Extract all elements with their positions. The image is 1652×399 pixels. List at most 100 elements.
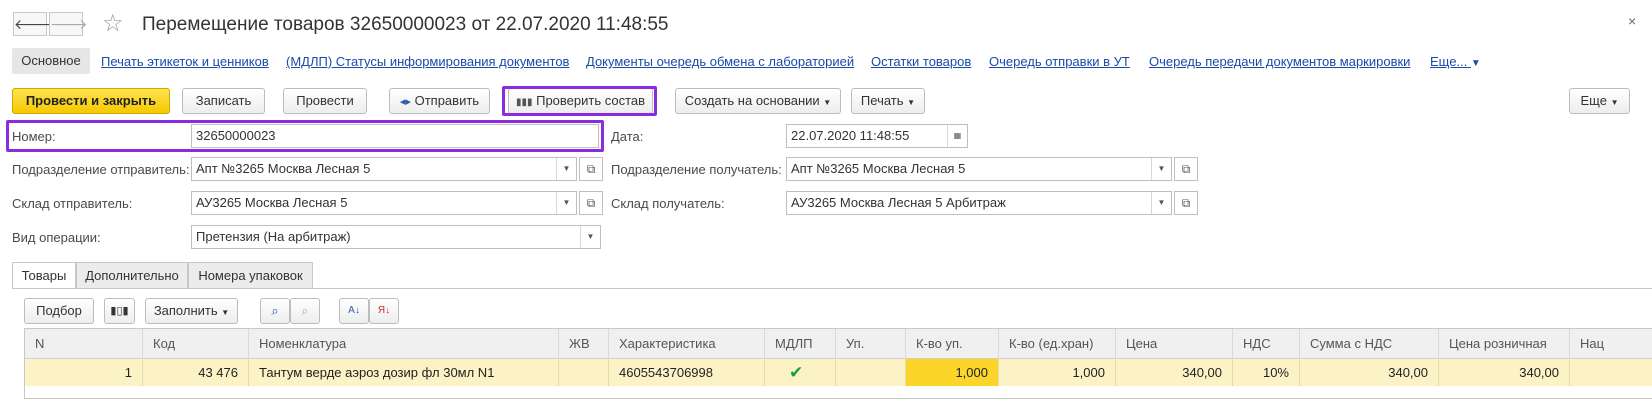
wh-receiver-select[interactable]: АУ3265 Москва Лесная 5 Арбитраж ▼ [786,191,1172,215]
cell-characteristic[interactable]: 4605543706998 [609,359,765,386]
open-icon[interactable]: ⧉ [1174,191,1198,215]
forward-button[interactable]: 🡒 [49,12,88,36]
col-retail-price-label: Цена розничная [1449,336,1547,351]
link-print-labels[interactable]: Печать этикеток и ценников [101,54,269,69]
number-input[interactable]: 32650000023 [191,124,599,148]
col-qty-pack[interactable]: К-во уп. [906,329,999,359]
col-pack[interactable]: Уп. [836,329,906,359]
save-button[interactable]: Записать [182,88,265,114]
sort-desc-icon[interactable]: Я↓ [369,298,399,324]
div-receiver-select[interactable]: Апт №3265 Москва Лесная 5 ▼ [786,157,1172,181]
select-button[interactable]: Подбор [24,298,94,324]
dropdown-arrow-icon: ▼ [823,98,832,107]
link-marking-queue[interactable]: Очередь передачи документов маркировки [1149,54,1410,69]
tab-additional[interactable]: Дополнительно [76,262,188,288]
wh-sender-value: АУ3265 Москва Лесная 5 [196,195,348,210]
wh-sender-select[interactable]: АУ3265 Москва Лесная 5 ▼ [191,191,577,215]
cell-qty-pack[interactable]: 1,000 [906,359,999,386]
cell-code[interactable]: 43 476 [143,359,249,386]
send-icon: ◂▸ [399,96,411,108]
back-button[interactable]: 🡐 [13,12,52,36]
link-ut-queue[interactable]: Очередь отправки в УТ [989,54,1130,69]
send-label: Отправить [414,93,480,108]
tab-main[interactable]: Основное [12,48,90,74]
cell-name[interactable]: Тантум верде аэроз дозир фл 30мл N1 [249,359,559,386]
div-sender-value: Апт №3265 Москва Лесная 5 [196,161,371,176]
dropdown-arrow-icon: ▼ [221,308,230,317]
sort-asc-icon[interactable]: A↓ [339,298,369,324]
col-code[interactable]: Код [143,329,249,359]
close-icon[interactable]: × [1628,13,1636,29]
dropdown-arrow-icon[interactable]: ▼ [1151,158,1171,180]
open-icon[interactable]: ⧉ [1174,157,1198,181]
cell-n[interactable]: 1 [25,359,143,386]
dropdown-arrow-icon[interactable]: ▼ [1151,192,1171,214]
chevron-down-icon: ▼ [1470,58,1481,69]
link-more[interactable]: Еще... ▼ [1430,54,1481,69]
number-label: Номер: [12,129,56,144]
cell-sum-vat[interactable]: 340,00 [1300,359,1439,386]
col-vat-label: НДС [1243,336,1271,351]
tab-goods[interactable]: Товары [12,262,76,289]
col-characteristic-label: Характеристика [619,336,716,351]
div-receiver-label: Подразделение получатель: [611,162,782,177]
date-input[interactable]: 22.07.2020 11:48:55 ▦ [786,124,968,148]
op-type-value: Претензия (На арбитраж) [196,229,351,244]
open-icon[interactable]: ⧉ [579,157,603,181]
cell-vat[interactable]: 10% [1233,359,1300,386]
more-button[interactable]: Еще ▼ [1569,88,1630,114]
div-sender-label: Подразделение отправитель: [12,162,190,177]
op-type-select[interactable]: Претензия (На арбитраж) ▼ [191,225,601,249]
fill-label: Заполнить [153,303,218,318]
div-receiver-value: Апт №3265 Москва Лесная 5 [791,161,966,176]
col-markup-label: Нац [1580,336,1605,351]
col-sum-vat[interactable]: Сумма с НДС [1300,329,1439,359]
col-vat[interactable]: НДС [1233,329,1300,359]
col-retail-price[interactable]: Цена розничная [1439,329,1570,359]
col-name[interactable]: Номенклатура [249,329,559,359]
cell-markup[interactable] [1570,359,1630,386]
link-mdlp-statuses[interactable]: (МДЛП) Статусы информирования документов [286,54,569,69]
tab-package-numbers[interactable]: Номера упаковок [188,262,313,288]
search-clear-icon[interactable]: ⌕ [290,298,320,324]
post-and-close-button[interactable]: Провести и закрыть [12,88,170,114]
col-n-label: N [35,336,45,351]
dropdown-arrow-icon[interactable]: ▼ [580,226,600,248]
print-button[interactable]: Печать ▼ [851,88,925,114]
col-zhv[interactable]: ЖВ [559,329,609,359]
cell-pack[interactable] [836,359,906,386]
goods-table[interactable]: N Код Номенклатура ЖВ Характеристика МДЛ… [24,328,1652,399]
op-type-label: Вид операции: [12,230,101,245]
col-n[interactable]: N [25,329,143,359]
cell-retail-price[interactable]: 340,00 [1439,359,1570,386]
create-based-on-button[interactable]: Создать на основании ▼ [675,88,841,114]
open-icon[interactable]: ⧉ [579,191,603,215]
link-lab-queue[interactable]: Документы очередь обмена с лабораторией [586,54,854,69]
wh-receiver-value: АУ3265 Москва Лесная 5 Арбитраж [791,195,1006,210]
col-sum-vat-label: Сумма с НДС [1310,336,1393,351]
table-row[interactable]: 1 43 476 Тантум верде аэроз дозир фл 30м… [25,359,1652,386]
div-sender-select[interactable]: Апт №3265 Москва Лесная 5 ▼ [191,157,577,181]
star-icon[interactable]: ☆ [102,10,124,38]
send-button[interactable]: ◂▸ Отправить [389,88,490,114]
dropdown-arrow-icon[interactable]: ▼ [556,158,576,180]
col-characteristic[interactable]: Характеристика [609,329,765,359]
col-code-label: Код [153,336,176,351]
print-label: Печать [860,93,904,108]
col-mdlp[interactable]: МДЛП [765,329,836,359]
search-icon[interactable]: ⌕ [260,298,290,324]
col-markup[interactable]: Нац [1570,329,1630,359]
link-stock[interactable]: Остатки товаров [871,54,971,69]
barcode-scan-icon[interactable]: ▮▯▮ [104,298,135,324]
col-qty-unit[interactable]: К-во (ед.хран) [999,329,1116,359]
col-price[interactable]: Цена [1116,329,1233,359]
cell-zhv[interactable] [559,359,609,386]
cell-price[interactable]: 340,00 [1116,359,1233,386]
fill-button[interactable]: Заполнить ▼ [145,298,238,324]
col-name-label: Номенклатура [259,336,347,351]
calendar-icon[interactable]: ▦ [947,125,967,147]
post-button[interactable]: Провести [283,88,367,114]
check-icon[interactable]: ✔ [765,359,836,386]
cell-qty-unit[interactable]: 1,000 [999,359,1116,386]
dropdown-arrow-icon[interactable]: ▼ [556,192,576,214]
